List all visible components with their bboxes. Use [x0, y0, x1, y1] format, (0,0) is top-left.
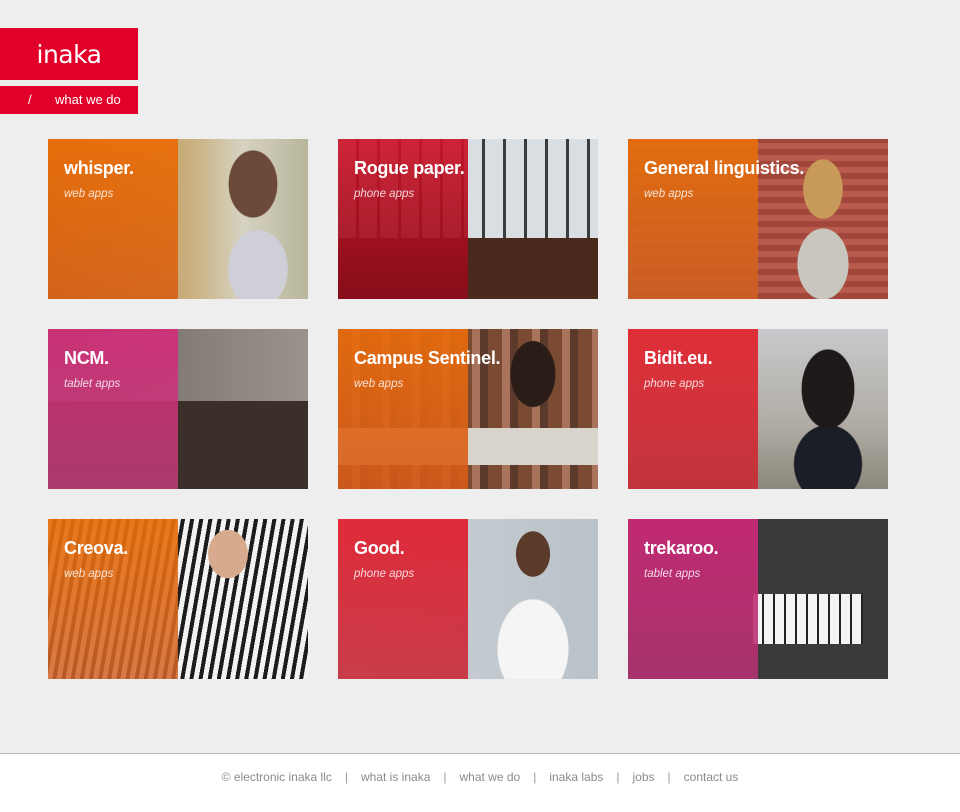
breadcrumb-separator: /: [28, 92, 32, 107]
project-title: trekaroo. tablet apps: [644, 537, 844, 585]
project-tile-whisper[interactable]: whisper. web apps: [48, 139, 308, 299]
project-category: phone apps: [354, 188, 415, 200]
project-category: web apps: [64, 568, 114, 580]
project-name: trekaroo: [644, 538, 714, 558]
project-title: whisper. web apps: [64, 157, 264, 205]
project-category: web apps: [64, 188, 114, 200]
project-tile-good[interactable]: Good. phone apps: [338, 519, 598, 679]
project-name: General linguistics: [644, 158, 800, 178]
footer-link-what-is-inaka[interactable]: what is inaka: [348, 770, 443, 784]
project-title: Bidit.eu. phone apps: [644, 347, 844, 395]
project-tile-campus-sentinel[interactable]: Campus Sentinel. web apps: [338, 329, 598, 489]
project-title: Creova. web apps: [64, 537, 264, 585]
project-name: NCM: [64, 348, 105, 368]
footer: © electronic inaka llc | what is inaka | wha…: [0, 770, 960, 784]
brand-logo[interactable]: inaka: [0, 28, 138, 80]
project-name: Campus Sentinel: [354, 348, 496, 368]
project-tile-creova[interactable]: Creova. web apps: [48, 519, 308, 679]
project-name: Creova: [64, 538, 124, 558]
project-name: Rogue paper: [354, 158, 460, 178]
project-tile-trekaroo[interactable]: trekaroo. tablet apps: [628, 519, 888, 679]
project-name: Good: [354, 538, 400, 558]
project-tile-general-linguistics[interactable]: General linguistics. web apps: [628, 139, 888, 299]
projects-grid: whisper. web apps Rogue paper. phone app…: [48, 139, 888, 679]
project-name: whisper: [64, 158, 129, 178]
project-category: web apps: [644, 188, 694, 200]
breadcrumb: / what we do: [0, 86, 138, 114]
project-category: tablet apps: [64, 378, 121, 390]
project-title: Campus Sentinel. web apps: [354, 347, 554, 395]
project-title: Good. phone apps: [354, 537, 554, 585]
project-title: NCM. tablet apps: [64, 347, 264, 395]
project-title: General linguistics. web apps: [644, 157, 844, 205]
project-name: Bidit.eu: [644, 348, 708, 368]
footer-link-jobs[interactable]: jobs: [620, 770, 668, 784]
project-category: phone apps: [354, 568, 415, 580]
breadcrumb-current[interactable]: what we do: [55, 92, 121, 107]
footer-link-what-we-do[interactable]: what we do: [447, 770, 534, 784]
footer-link-contact-us[interactable]: contact us: [671, 770, 752, 784]
project-tile-bidit-eu[interactable]: Bidit.eu. phone apps: [628, 329, 888, 489]
footer-link-inaka-labs[interactable]: inaka labs: [536, 770, 616, 784]
copyright-text: © electronic inaka llc: [221, 770, 332, 784]
project-title: Rogue paper. phone apps: [354, 157, 554, 205]
project-tile-rogue-paper[interactable]: Rogue paper. phone apps: [338, 139, 598, 299]
project-category: web apps: [354, 378, 404, 390]
project-tile-ncm[interactable]: NCM. tablet apps: [48, 329, 308, 489]
project-category: tablet apps: [644, 568, 701, 580]
project-category: phone apps: [644, 378, 705, 390]
